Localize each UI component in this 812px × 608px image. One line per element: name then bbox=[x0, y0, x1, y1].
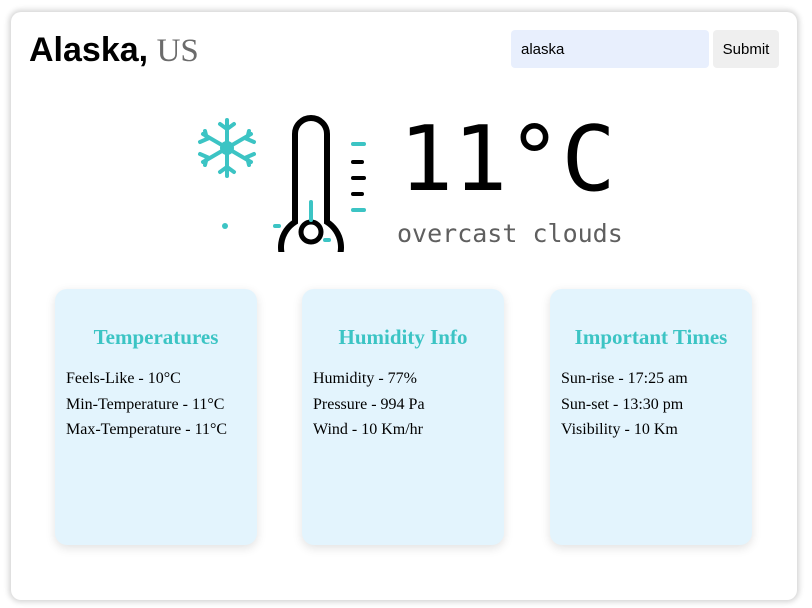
search-input[interactable] bbox=[511, 30, 709, 68]
thermometer-icon bbox=[273, 115, 366, 252]
list-item: Sun-rise - 17:25 am bbox=[561, 370, 688, 387]
important-times-card: Important Times Sun-rise - 17:25 am Sun-… bbox=[550, 289, 752, 545]
weather-app-card: Alaska, US Submit bbox=[11, 12, 797, 600]
list-item: Visibility - 10 Km bbox=[561, 421, 678, 438]
card-list: Humidity - 77% Pressure - 994 Pa Wind - … bbox=[313, 366, 504, 443]
submit-button[interactable]: Submit bbox=[713, 30, 779, 68]
current-temperature: 11°C bbox=[399, 107, 616, 212]
card-list: Feels-Like - 10°C Min-Temperature - 11°C… bbox=[66, 366, 257, 443]
card-title: Important Times bbox=[574, 325, 728, 349]
list-item: Pressure - 994 Pa bbox=[313, 395, 425, 413]
humidity-info-card: Humidity Info Humidity - 77% Pressure - … bbox=[302, 289, 504, 545]
list-item: Humidity - 77% bbox=[313, 370, 417, 387]
temperatures-card: Temperatures Feels-Like - 10°C Min-Tempe… bbox=[55, 289, 257, 545]
card-title: Temperatures bbox=[93, 325, 219, 349]
list-item: Sun-set - 13:30 pm bbox=[561, 395, 684, 413]
city-name: Alaska, bbox=[29, 31, 149, 69]
snowflake-icon bbox=[198, 118, 256, 178]
country-code: US bbox=[156, 33, 199, 69]
list-item: Min-Temperature - 11°C bbox=[66, 395, 225, 413]
card-list: Sun-rise - 17:25 am Sun-set - 13:30 pm V… bbox=[561, 366, 752, 443]
snowflake-thermometer-icon bbox=[198, 115, 366, 252]
list-item: Feels-Like - 10°C bbox=[66, 370, 181, 387]
list-item: Wind - 10 Km/hr bbox=[313, 421, 424, 438]
card-title: Humidity Info bbox=[338, 325, 468, 349]
location-heading: Alaska, US bbox=[29, 30, 199, 71]
list-item: Max-Temperature - 11°C bbox=[66, 421, 228, 438]
weather-description: overcast clouds bbox=[397, 219, 623, 248]
